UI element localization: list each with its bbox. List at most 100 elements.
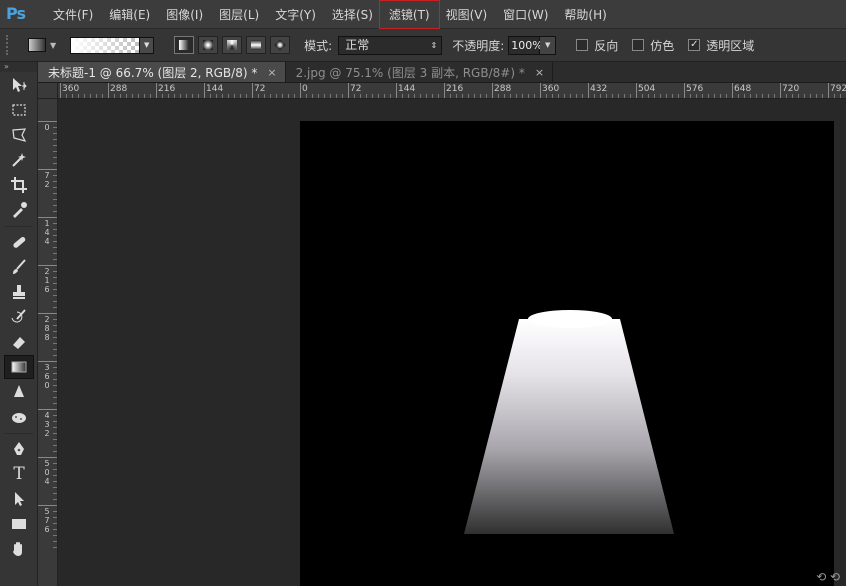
- ruler-minor-tick: [774, 94, 775, 98]
- menu-type[interactable]: 文字(Y): [268, 3, 323, 26]
- magic-wand-tool-icon[interactable]: [4, 148, 34, 172]
- eyedropper-tool-icon[interactable]: [4, 198, 34, 222]
- gradient-dropdown-button[interactable]: ▼: [140, 36, 155, 54]
- ruler-minor-tick: [53, 325, 57, 326]
- ruler-minor-tick: [53, 247, 57, 248]
- ruler-tick: [38, 313, 57, 314]
- lamp-shade-shape: [464, 319, 674, 534]
- ruler-minor-tick: [53, 151, 57, 152]
- menu-edit[interactable]: 编辑(E): [102, 3, 157, 26]
- menu-select[interactable]: 选择(S): [325, 3, 380, 26]
- chevron-down-icon[interactable]: ▼: [50, 41, 56, 50]
- menu-file[interactable]: 文件(F): [46, 3, 100, 26]
- clone-stamp-tool-icon[interactable]: [4, 280, 34, 304]
- reverse-checkbox-box[interactable]: [576, 39, 589, 51]
- ruler-minor-tick: [53, 391, 57, 392]
- history-brush-tool-icon[interactable]: [4, 305, 34, 329]
- ruler-minor-tick: [90, 94, 91, 98]
- ruler-minor-tick: [648, 94, 649, 98]
- horizontal-ruler[interactable]: 360 288 216 144 72 0 72 144 216 288 360 432 504 576 64…: [58, 83, 846, 99]
- menu-image[interactable]: 图像(I): [159, 3, 210, 26]
- opacity-dropdown-button[interactable]: ▼: [540, 35, 557, 55]
- reverse-checkbox[interactable]: 反向: [576, 37, 618, 54]
- canvas-artwork: [464, 310, 674, 534]
- tab-2-jpg[interactable]: 2.jpg @ 75.1% (图层 3 副本, RGB/8#) * ×: [286, 62, 554, 82]
- rectangle-tool-icon[interactable]: [4, 512, 34, 536]
- ruler-minor-tick: [288, 94, 289, 98]
- hand-tool-icon[interactable]: [4, 537, 34, 561]
- ruler-minor-tick: [53, 139, 57, 140]
- tools-panel: » T: [0, 62, 38, 586]
- ruler-minor-tick: [53, 229, 57, 230]
- ruler-minor-tick: [192, 94, 193, 98]
- crop-tool-icon[interactable]: [4, 173, 34, 197]
- mode-value: 正常: [345, 37, 370, 52]
- ruler-minor-tick: [546, 94, 547, 98]
- dither-checkbox[interactable]: 仿色: [632, 37, 674, 54]
- eraser-tool-icon[interactable]: [4, 330, 34, 354]
- reflected-gradient-icon: [251, 40, 262, 50]
- move-tool-icon[interactable]: [4, 73, 34, 97]
- gradient-tool-icon[interactable]: [4, 355, 34, 379]
- dither-checkbox-box[interactable]: [632, 39, 645, 51]
- document-workspace[interactable]: ⟲ ⟲: [58, 99, 846, 586]
- tool-preset-icon[interactable]: [28, 38, 46, 52]
- ruler-minor-tick: [786, 94, 787, 98]
- ruler-tick: [38, 457, 57, 458]
- diamond-gradient-button[interactable]: [270, 36, 291, 54]
- ruler-minor-tick: [222, 94, 223, 98]
- ruler-minor-tick: [53, 349, 57, 350]
- sponge-tool-icon[interactable]: [4, 405, 34, 429]
- menu-layer[interactable]: 图层(L): [212, 3, 266, 26]
- ruler-minor-tick: [174, 94, 175, 98]
- radial-gradient-button[interactable]: [198, 36, 219, 54]
- ruler-minor-tick: [420, 94, 421, 98]
- ruler-tick-label: 1 4 4: [44, 219, 50, 246]
- panel-collapse-icon[interactable]: »: [0, 62, 37, 72]
- ruler-minor-tick: [53, 367, 57, 368]
- menu-help[interactable]: 帮助(H): [557, 3, 613, 26]
- ruler-tick: [38, 409, 57, 410]
- options-grip[interactable]: [6, 35, 12, 55]
- document-canvas[interactable]: [300, 121, 834, 586]
- ruler-minor-tick: [53, 253, 57, 254]
- checkmark-icon[interactable]: ✓: [688, 39, 701, 51]
- mode-select[interactable]: 正常 ⇕: [338, 35, 443, 55]
- ruler-minor-tick: [558, 94, 559, 98]
- ruler-minor-tick: [53, 403, 57, 404]
- type-tool-icon[interactable]: T: [4, 462, 34, 486]
- vertical-ruler[interactable]: 0 7 2 1 4 4 2 1 6 2 8 8 3 6 0 4 3 2 5 0 4 5 7 6: [38, 99, 58, 586]
- marquee-tool-icon[interactable]: [4, 98, 34, 122]
- menu-filter[interactable]: 滤镜(T): [378, 0, 440, 29]
- opacity-input[interactable]: 100%: [508, 35, 543, 55]
- gradient-picker-swatch[interactable]: [70, 36, 141, 54]
- menu-window[interactable]: 窗口(W): [496, 3, 555, 26]
- healing-brush-tool-icon[interactable]: [4, 230, 34, 254]
- reflected-gradient-button[interactable]: [246, 36, 267, 54]
- path-selection-tool-icon[interactable]: [4, 487, 34, 511]
- ruler-minor-tick: [612, 94, 613, 98]
- ruler-minor-tick: [53, 289, 57, 290]
- menu-view[interactable]: 视图(V): [439, 3, 495, 26]
- diamond-gradient-icon: [274, 39, 286, 51]
- pen-tool-icon[interactable]: [4, 437, 34, 461]
- ruler-minor-tick: [552, 94, 553, 98]
- ruler-minor-tick: [516, 94, 517, 98]
- ruler-minor-tick: [53, 235, 57, 236]
- ruler-minor-tick: [186, 94, 187, 98]
- close-icon[interactable]: ×: [267, 66, 276, 79]
- transparency-checkbox[interactable]: ✓ 透明区域: [688, 37, 754, 54]
- brush-tool-icon[interactable]: [4, 255, 34, 279]
- close-icon[interactable]: ×: [535, 66, 544, 79]
- ruler-minor-tick: [840, 94, 841, 98]
- ruler-tick-label: 432: [590, 84, 608, 94]
- linear-gradient-button[interactable]: [174, 36, 195, 54]
- angle-gradient-button[interactable]: [222, 36, 243, 54]
- lasso-tool-icon[interactable]: [4, 123, 34, 147]
- blur-tool-icon[interactable]: [4, 380, 34, 404]
- ruler-minor-tick: [84, 94, 85, 98]
- ruler-origin[interactable]: [38, 83, 58, 99]
- tab-untitled-1[interactable]: 未标题-1 @ 66.7% (图层 2, RGB/8) * ×: [38, 62, 286, 82]
- ruler-minor-tick: [126, 94, 127, 98]
- mode-label: 模式:: [304, 38, 333, 53]
